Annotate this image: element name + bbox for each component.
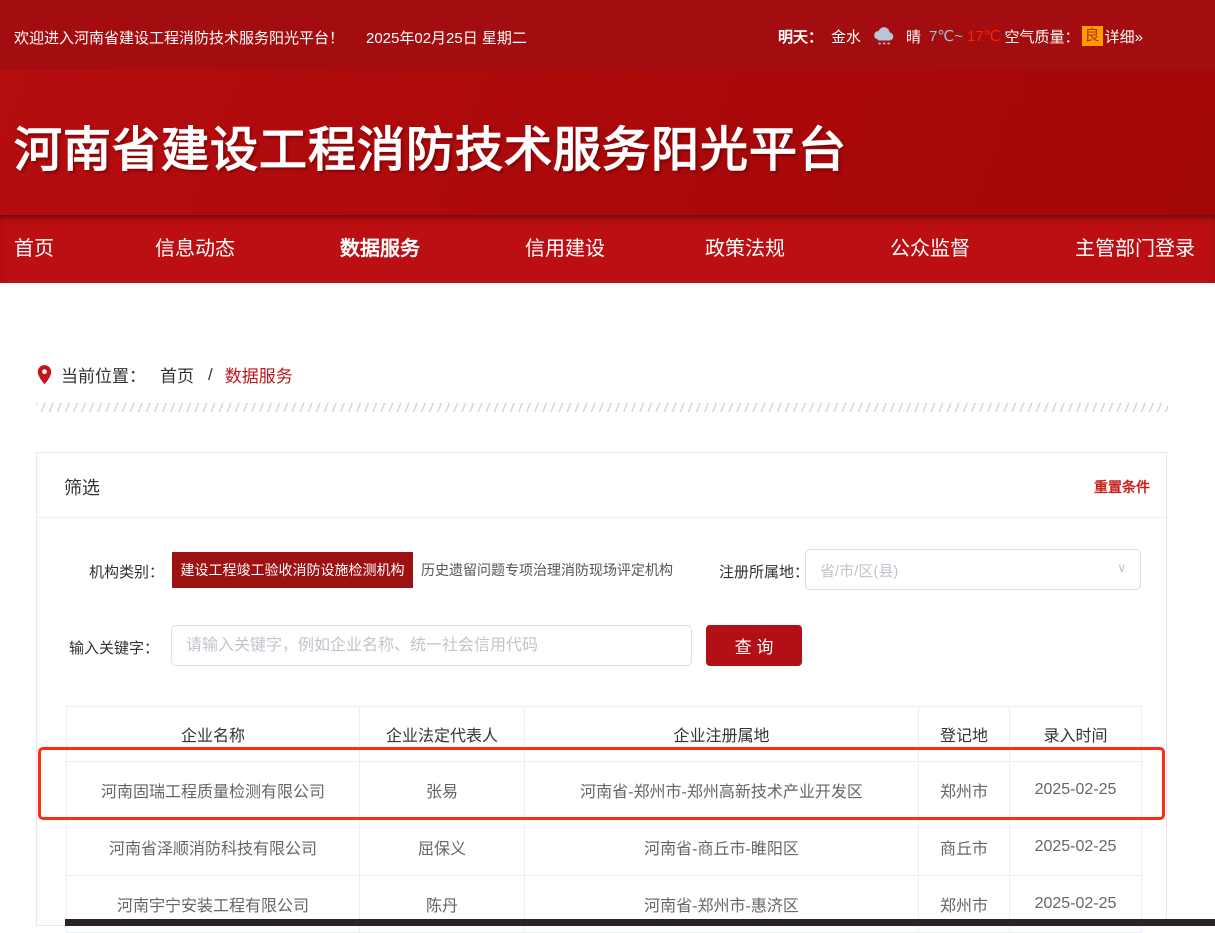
- slash-divider: [36, 403, 1168, 412]
- cell-company-name: 河南固瑞工程质量检测有限公司: [67, 762, 360, 819]
- air-quality-label: 空气质量：: [1005, 26, 1080, 47]
- air-quality-badge: 良: [1082, 26, 1103, 46]
- col-registered-address: 企业注册属地: [525, 707, 919, 762]
- cell-company-name: 河南省泽顺消防科技有限公司: [67, 819, 360, 876]
- location-pin-icon: [36, 364, 53, 386]
- nav-item-supervision[interactable]: 公众监督: [890, 215, 970, 283]
- category-tab-historical-assessment-agency[interactable]: 历史遗留问题专项治理消防现场评定机构: [421, 560, 673, 580]
- top-bar: 欢迎进入河南省建设工程消防技术服务阳光平台！ 2025年02月25日 星期二 明…: [0, 0, 1215, 70]
- weather-tomorrow-label: 明天：: [778, 26, 823, 47]
- nav-item-admin-login[interactable]: 主管部门登录: [1075, 215, 1195, 283]
- bottom-footer-strip: [65, 919, 1215, 926]
- table-row: 河南省泽顺消防科技有限公司 屈保义 河南省-商丘市-睢阳区 商丘市 2025-0…: [67, 819, 1142, 876]
- breadcrumb-current: 数据服务: [225, 362, 293, 387]
- temp-low: 7℃~: [929, 27, 963, 45]
- weather-city: 金水: [831, 26, 861, 47]
- weather-condition: 晴: [906, 26, 921, 47]
- cell-registered-address: 河南省-郑州市-郑州高新技术产业开发区: [525, 762, 919, 819]
- region-select-placeholder: 省/市/区(县): [820, 560, 898, 581]
- filter-panel: 筛选 重置条件 机构类别： 建设工程竣工验收消防设施检测机构 历史遗留问题专项治…: [36, 452, 1167, 926]
- results-table: 企业名称 企业法定代表人 企业注册属地 登记地 录入时间 河南固瑞工程质量检测有…: [66, 706, 1142, 933]
- weather-detail-link[interactable]: 详细»: [1105, 26, 1143, 47]
- region-label: 注册所属地：: [719, 561, 809, 582]
- breadcrumb-separator: /: [208, 365, 213, 385]
- weather-widget: 明天： 金水 晴 7℃~ 17℃ 空气质量： 良 详细»: [778, 24, 1143, 48]
- cell-entry-date: 2025-02-25: [1010, 819, 1142, 876]
- filter-title: 筛选: [64, 474, 100, 500]
- col-company-name: 企业名称: [67, 707, 360, 762]
- results-table-wrapper: 企业名称 企业法定代表人 企业注册属地 登记地 录入时间 河南固瑞工程质量检测有…: [66, 706, 1141, 933]
- breadcrumb-home-link[interactable]: 首页: [160, 362, 194, 387]
- cell-legal-representative: 屈保义: [360, 819, 525, 876]
- breadcrumb-label: 当前位置：: [61, 362, 146, 387]
- chevron-down-icon: ∨: [1117, 563, 1127, 573]
- col-registration-place: 登记地: [919, 707, 1010, 762]
- col-legal-representative: 企业法定代表人: [360, 707, 525, 762]
- site-banner: 河南省建设工程消防技术服务阳光平台: [0, 70, 1215, 215]
- site-title: 河南省建设工程消防技术服务阳光平台: [14, 110, 847, 180]
- cloud-drizzle-icon: [871, 27, 898, 46]
- keyword-input[interactable]: [171, 625, 692, 666]
- reset-filters-link[interactable]: 重置条件: [1094, 477, 1150, 497]
- table-header-row: 企业名称 企业法定代表人 企业注册属地 登记地 录入时间: [67, 707, 1142, 762]
- nav-item-news[interactable]: 信息动态: [155, 215, 235, 283]
- table-row-highlighted: 河南固瑞工程质量检测有限公司 张易 河南省-郑州市-郑州高新技术产业开发区 郑州…: [67, 762, 1142, 819]
- welcome-text: 欢迎进入河南省建设工程消防技术服务阳光平台！: [14, 27, 344, 48]
- nav-item-policy[interactable]: 政策法规: [705, 215, 785, 283]
- cell-legal-representative: 张易: [360, 762, 525, 819]
- filter-row-keyword: 输入关键字： 查 询: [37, 625, 1166, 669]
- nav-item-home[interactable]: 首页: [14, 215, 54, 283]
- temp-high: 17℃: [967, 27, 1001, 45]
- cell-entry-date: 2025-02-25: [1010, 762, 1142, 819]
- filter-row-category: 机构类别： 建设工程竣工验收消防设施检测机构 历史遗留问题专项治理消防现场评定机…: [37, 549, 1166, 593]
- cell-registered-address: 河南省-商丘市-睢阳区: [525, 819, 919, 876]
- category-tab-inspection-agency[interactable]: 建设工程竣工验收消防设施检测机构: [172, 552, 413, 588]
- search-button[interactable]: 查 询: [706, 625, 802, 666]
- keyword-label: 输入关键字：: [69, 637, 159, 658]
- col-entry-date: 录入时间: [1010, 707, 1142, 762]
- category-label: 机构类别：: [89, 561, 164, 582]
- nav-item-credit[interactable]: 信用建设: [525, 215, 605, 283]
- nav-item-data-service[interactable]: 数据服务: [340, 215, 420, 283]
- date-text: 2025年02月25日 星期二: [366, 27, 527, 48]
- cell-registration-place: 郑州市: [919, 762, 1010, 819]
- cell-registration-place: 商丘市: [919, 819, 1010, 876]
- filter-panel-header: 筛选 重置条件: [37, 453, 1166, 518]
- breadcrumb: 当前位置： 首页 / 数据服务: [36, 362, 293, 387]
- main-nav: 首页 信息动态 数据服务 信用建设 政策法规 公众监督 主管部门登录: [0, 215, 1215, 283]
- region-select[interactable]: 省/市/区(县) ∨: [805, 549, 1141, 590]
